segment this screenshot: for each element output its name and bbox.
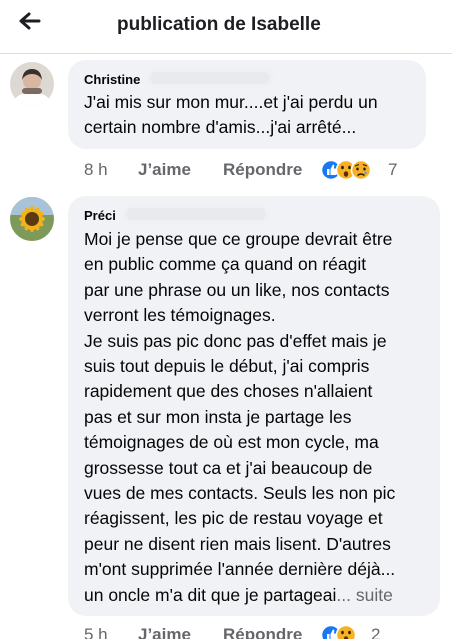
avatar[interactable] bbox=[10, 62, 54, 106]
top-bar: publication de Isabelle bbox=[0, 0, 452, 54]
avatar[interactable] bbox=[10, 197, 54, 241]
comment-text: J'ai mis sur mon mur....et j'ai perdu un… bbox=[84, 92, 378, 138]
page-title: publication de Isabelle bbox=[117, 14, 321, 35]
comment-bubble: Préci Moi je pense que ce groupe devrait… bbox=[68, 196, 440, 616]
redacted-name bbox=[126, 208, 266, 220]
like-button[interactable]: J’aime bbox=[138, 160, 191, 180]
comment-time[interactable]: 5 h bbox=[84, 625, 108, 639]
reaction-count[interactable]: 2 bbox=[371, 625, 380, 639]
reply-button[interactable]: Répondre bbox=[223, 160, 302, 180]
like-button[interactable]: J’aime bbox=[138, 625, 191, 639]
comment-author[interactable]: Christine bbox=[84, 72, 140, 87]
redacted-name bbox=[150, 72, 270, 84]
see-more-link[interactable]: ... suite bbox=[336, 585, 392, 605]
comment-time[interactable]: 8 h bbox=[84, 160, 108, 180]
comment-author[interactable]: Préci bbox=[84, 208, 116, 223]
comment-actions: 5 h J’aime Répondre 2 bbox=[84, 624, 424, 639]
reply-button[interactable]: Répondre bbox=[223, 625, 302, 639]
back-button[interactable] bbox=[14, 10, 44, 40]
comment-text: Moi je pense que ce groupe devrait être … bbox=[84, 229, 396, 605]
comment-bubble: Christine J'ai mis sur mon mur....et j'a… bbox=[68, 60, 426, 149]
sad-reaction-icon bbox=[350, 159, 372, 181]
comment-actions: 8 h J’aime Répondre 7 bbox=[84, 158, 424, 184]
wow-reaction-icon bbox=[335, 624, 357, 639]
reaction-count[interactable]: 7 bbox=[388, 160, 397, 180]
reactions-summary[interactable] bbox=[320, 158, 385, 182]
back-arrow-icon bbox=[19, 12, 41, 30]
